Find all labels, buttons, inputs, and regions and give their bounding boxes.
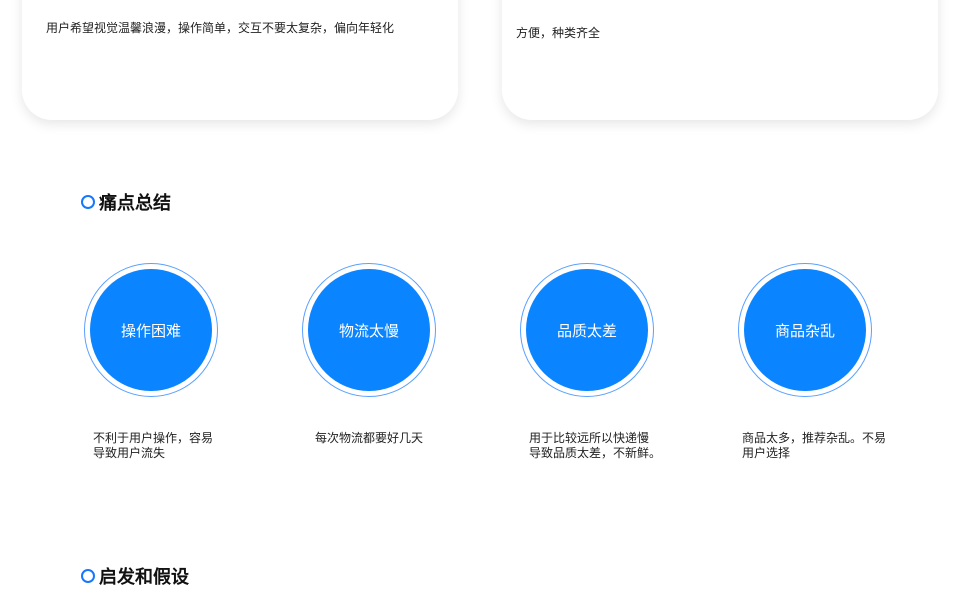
pain-point-description: 用于比较远所以快递慢 导致品质太差，不新鲜。	[529, 431, 679, 461]
pain-summary-title: 痛点总结	[99, 193, 171, 214]
pain-point-description: 不利于用户操作，容易 导致用户流失	[93, 431, 243, 461]
user-need-card: 用户希望视觉温馨浪漫，操作简单，交互不要太复杂，偏向年轻化	[22, 0, 458, 120]
pain-point-badge: 操作困难	[90, 269, 212, 391]
user-need-card-right: 方便，种类齐全	[502, 0, 938, 120]
pain-point-badge: 物流太慢	[308, 269, 430, 391]
circle-outline-icon	[81, 195, 95, 209]
description-line: 不利于用户操作，容易	[93, 431, 214, 445]
pain-point-label: 操作困难	[120, 321, 181, 340]
pain-point-label: 物流太慢	[338, 321, 399, 340]
insight-title: 启发和假设	[99, 567, 189, 588]
description-line: 用于比较远所以快递慢	[529, 431, 650, 445]
description-line: 商品太多，推荐杂乱。不易	[742, 431, 887, 445]
description-line: 导致品质太差，不新鲜。	[529, 446, 662, 460]
user-need-text: 用户希望视觉温馨浪漫，操作简单，交互不要太复杂，偏向年轻化	[46, 21, 395, 35]
pain-point-circle: 商品杂乱	[738, 263, 872, 397]
circle-outline-icon	[81, 569, 95, 583]
pain-point-label: 品质太差	[556, 321, 617, 340]
pain-point-description: 商品太多，推荐杂乱。不易 用户选择	[742, 431, 892, 461]
pain-point-badge: 品质太差	[526, 269, 648, 391]
pain-point-description: 每次物流都要好几天	[315, 431, 465, 446]
pain-point-circle: 品质太差	[520, 263, 654, 397]
description-line: 导致用户流失	[93, 446, 166, 460]
description-line: 每次物流都要好几天	[315, 431, 424, 445]
description-line: 用户选择	[742, 446, 791, 460]
pain-point-circle: 物流太慢	[302, 263, 436, 397]
pain-summary-heading: 痛点总结	[81, 189, 171, 215]
pain-point-label: 商品杂乱	[774, 321, 835, 340]
pain-point-badge: 商品杂乱	[744, 269, 866, 391]
user-need-text-right: 方便，种类齐全	[516, 26, 601, 40]
insight-heading: 启发和假设	[81, 563, 189, 589]
pain-point-circle: 操作困难	[84, 263, 218, 397]
